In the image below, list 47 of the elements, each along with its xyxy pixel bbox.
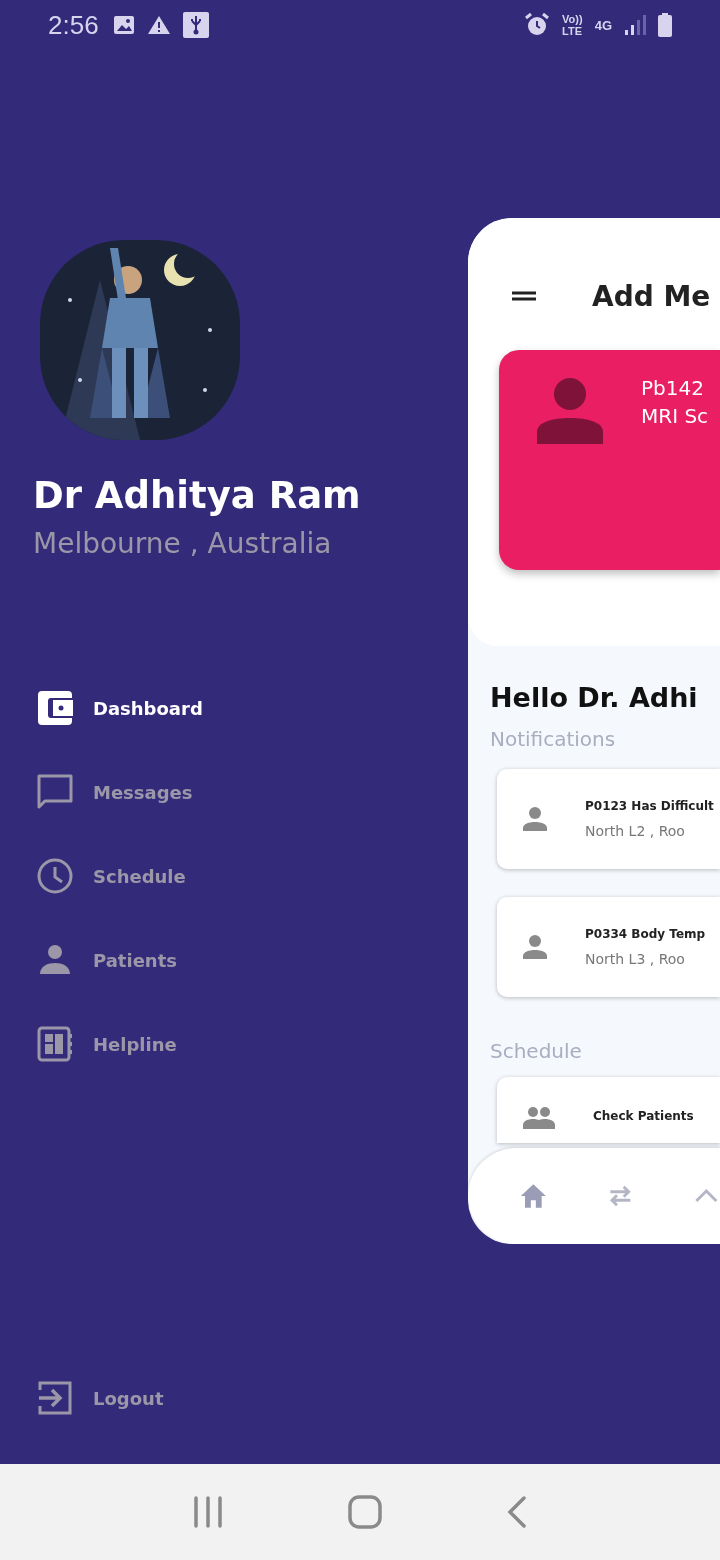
recent-apps-icon[interactable] [192, 1496, 223, 1528]
app-preview-panel[interactable]: Add Me Pb142 MRI Sc Hello Dr. Adhi Notifications P0123 Has Difficult North L2 , Roo P0334 Body Temp North L3 , Roo Schedule Check Patients [468, 218, 720, 1244]
notification-location: North L3 , Roo [585, 951, 686, 967]
schedule-title: Check Patients [593, 1109, 694, 1123]
greeting: Hello Dr. Adhi [490, 682, 699, 713]
menu-item[interactable]: Dashboard [33, 690, 333, 726]
notification-card[interactable]: P0123 Has Difficult North L2 , Roo [497, 769, 720, 869]
patient-id: Pb142 [641, 375, 705, 402]
volte-label: Vo)) [562, 13, 583, 25]
menu-item[interactable]: Patients [33, 942, 333, 978]
chat-icon [37, 774, 73, 810]
signal-icon [624, 14, 646, 36]
person-icon [523, 935, 547, 959]
notification-title: P0123 Has Difficult [585, 799, 714, 813]
doctor-name: Dr Adhitya Ram [33, 474, 362, 517]
menu-item[interactable]: Messages [33, 774, 333, 810]
notification-title: P0334 Body Temp [585, 927, 706, 941]
dashboard-icon [37, 1026, 73, 1062]
battery-icon [658, 13, 672, 37]
person-icon [537, 378, 603, 444]
person-icon [523, 807, 547, 831]
status-time: 2:56 [48, 9, 99, 41]
image-icon [112, 15, 135, 35]
notification-location: North L2 , Roo [585, 823, 686, 839]
menu-item[interactable]: Helpline [33, 1026, 333, 1062]
logout-icon [37, 1380, 73, 1416]
patient-card[interactable]: Pb142 MRI Sc [499, 350, 720, 570]
usb-icon [182, 12, 209, 38]
doctor-location: Melbourne , Australia [33, 527, 333, 560]
notification-card[interactable]: P0334 Body Temp North L3 , Roo [497, 897, 720, 997]
schedule-card[interactable]: Check Patients [497, 1077, 720, 1143]
lte-label: LTE [562, 25, 583, 37]
alarm-icon [524, 12, 551, 38]
logout-item[interactable]: Logout [33, 1380, 197, 1416]
warning-icon [146, 15, 171, 35]
network-label: 4G [594, 17, 612, 33]
section-heading: Notifications [490, 727, 617, 751]
back-icon[interactable] [507, 1496, 528, 1528]
clock-icon [37, 858, 73, 894]
menu-icon[interactable] [512, 291, 536, 301]
home-button-icon[interactable] [348, 1495, 382, 1529]
wallet-icon [37, 690, 73, 726]
patient-test: MRI Sc [641, 403, 709, 430]
screen-title: Add Me [592, 279, 711, 313]
section-heading: Schedule [490, 1039, 583, 1063]
people-icon [523, 1107, 555, 1129]
menu-item[interactable]: Schedule [33, 858, 333, 894]
